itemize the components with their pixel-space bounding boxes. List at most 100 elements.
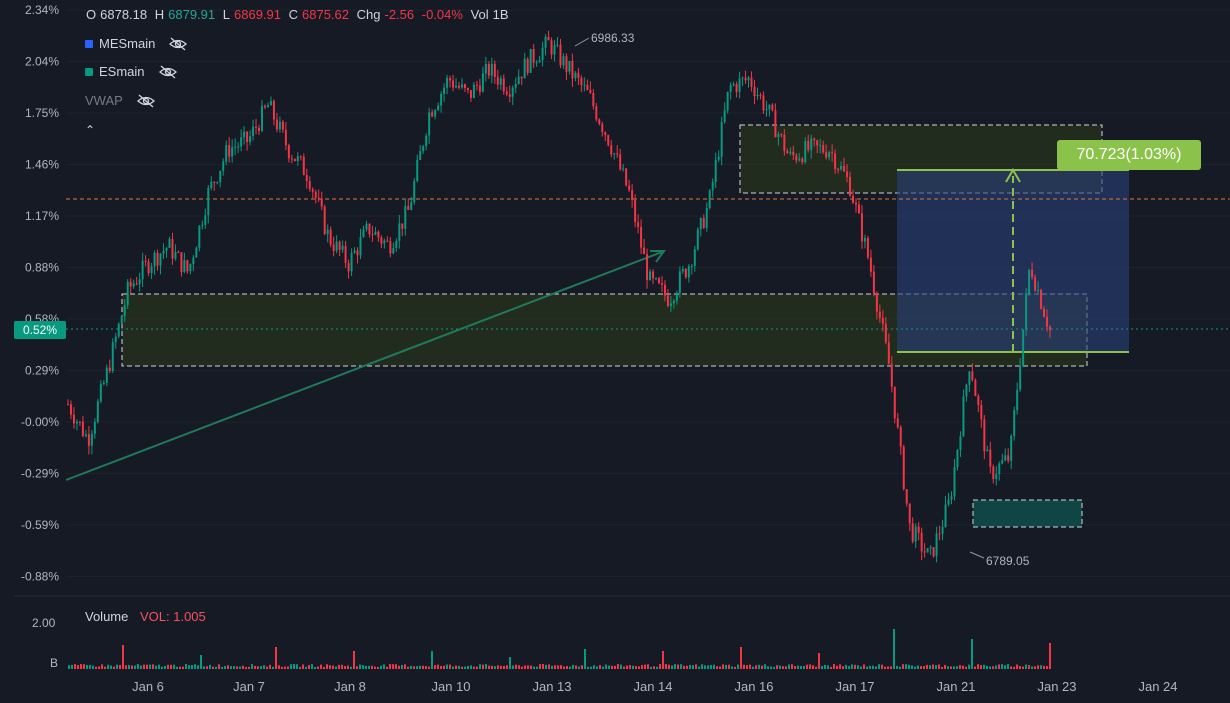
candle-body xyxy=(562,56,565,66)
volume-bar xyxy=(1040,665,1042,669)
candle-body xyxy=(619,154,622,170)
volume-bar xyxy=(1010,666,1012,669)
volume-bar xyxy=(305,666,307,669)
candle-body xyxy=(449,77,452,81)
candle-body xyxy=(866,238,869,258)
candle-body xyxy=(1001,460,1004,464)
candle-body xyxy=(120,316,123,324)
candle-body xyxy=(344,245,347,263)
candle-body xyxy=(660,283,663,285)
candle-body xyxy=(553,45,556,55)
hidden-eye-icon[interactable] xyxy=(136,94,155,108)
candle-body xyxy=(657,278,660,284)
volume-bar xyxy=(137,664,139,669)
candle-body xyxy=(258,127,261,131)
volume-bar xyxy=(293,664,295,669)
volume-bar xyxy=(539,664,541,669)
legend-vwap[interactable]: VWAP xyxy=(85,93,155,108)
volume-bar xyxy=(668,664,670,669)
volume-bar xyxy=(881,664,883,669)
candle-body xyxy=(463,84,466,89)
volume-bar xyxy=(518,665,520,669)
volume-bar xyxy=(992,666,994,669)
candle-body xyxy=(783,134,786,152)
volume-bar xyxy=(272,666,274,669)
y-tick-label: 1.46% xyxy=(25,158,59,172)
candle-body xyxy=(281,121,284,130)
candle-body xyxy=(299,156,302,158)
candle-body xyxy=(786,151,789,154)
volume-bar xyxy=(623,666,625,669)
candle-body xyxy=(684,269,687,278)
candle-body xyxy=(326,229,329,234)
volume-bar xyxy=(1049,643,1051,669)
volume-bar xyxy=(152,664,154,669)
candle-body xyxy=(419,151,422,160)
candle-body xyxy=(923,551,926,553)
candle-body xyxy=(610,145,613,155)
volume-bar xyxy=(1034,666,1036,669)
volume-bar xyxy=(167,664,169,669)
volume-bar xyxy=(248,666,250,669)
volume-bar xyxy=(980,665,982,669)
candle-body xyxy=(708,190,711,208)
volume-bar xyxy=(542,664,544,669)
volume-bar xyxy=(425,666,427,669)
hidden-eye-icon[interactable] xyxy=(158,65,177,79)
candle-body xyxy=(272,100,275,120)
low-zone[interactable] xyxy=(972,499,1083,528)
candle-body xyxy=(592,92,595,107)
chevron-up-icon[interactable]: ⌃ xyxy=(85,123,95,137)
measure-label[interactable]: 70.723(1.03%) xyxy=(1057,140,1201,170)
candle-body xyxy=(723,110,726,123)
volume-bar xyxy=(266,666,268,669)
volume-bar xyxy=(947,666,949,669)
volume-bar xyxy=(1022,666,1024,669)
x-axis[interactable]: Jan 6 Jan 7 Jan 8 Jan 10 Jan 13 Jan 14 Jan 16 J… xyxy=(132,679,1177,694)
price-chart[interactable]: 2.34%2.04%1.75%1.46%1.17%0.88%0.58%0.29%… xyxy=(0,0,1230,703)
y-axis[interactable]: 2.34%2.04%1.75%1.46%1.17%0.88%0.58%0.29%… xyxy=(21,3,59,584)
volume-bar xyxy=(923,666,925,669)
volume-bar xyxy=(239,666,241,669)
candle-body xyxy=(741,77,744,79)
volume-bar xyxy=(770,666,772,669)
volume-bar xyxy=(149,664,151,669)
volume-bar xyxy=(146,664,148,669)
volume-bar xyxy=(494,666,496,669)
candle-body xyxy=(469,90,472,98)
volume-bar xyxy=(461,666,463,669)
volume-bar xyxy=(446,664,448,669)
candle-body xyxy=(114,336,117,343)
candle-body xyxy=(884,323,887,343)
legend-mes[interactable]: MESmain xyxy=(85,36,188,51)
candle-body xyxy=(317,197,320,199)
hidden-eye-icon[interactable] xyxy=(169,37,188,51)
high-marker: 6986.33 xyxy=(591,31,635,45)
volume-bar xyxy=(338,664,340,669)
volume-bar xyxy=(740,647,742,669)
volume-bar xyxy=(224,666,226,669)
candle-body xyxy=(995,473,998,480)
volume-bar xyxy=(752,666,754,669)
candle-body xyxy=(117,323,120,337)
volume-bar xyxy=(392,664,394,669)
candle-body xyxy=(637,222,640,227)
volume-bar xyxy=(605,664,607,669)
volume-bar xyxy=(155,665,157,669)
candle-body xyxy=(332,244,335,251)
candle-body xyxy=(177,251,180,253)
volume-bar xyxy=(722,664,724,669)
volume-bar xyxy=(602,666,604,669)
volume-bar xyxy=(179,666,181,669)
legend-es[interactable]: ESmain xyxy=(85,64,177,79)
volume-bar xyxy=(104,666,106,669)
volume-bar xyxy=(206,666,208,669)
candle-body xyxy=(750,77,753,87)
volume-bar xyxy=(656,666,658,669)
volume-bar xyxy=(536,666,538,669)
candle-body xyxy=(365,223,368,230)
volume-bar xyxy=(515,664,517,669)
candle-body xyxy=(460,84,463,88)
candle-body xyxy=(768,104,771,110)
candle-body xyxy=(90,433,93,446)
